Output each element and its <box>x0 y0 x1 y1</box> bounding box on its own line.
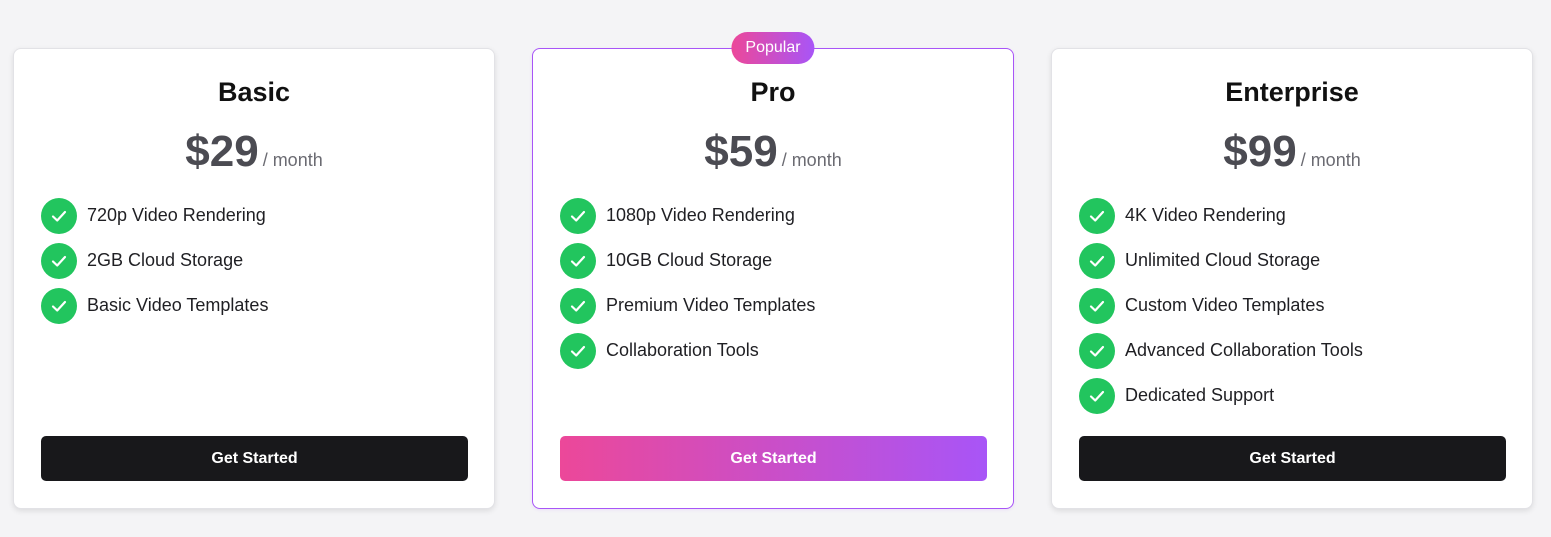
check-icon <box>41 197 77 234</box>
feature-list: 4K Video Rendering Unlimited Cloud Stora… <box>1079 193 1363 418</box>
check-icon <box>1079 287 1115 324</box>
plan-title: Pro <box>750 77 796 107</box>
feature-label: Collaboration Tools <box>606 340 759 360</box>
feature-item: 2GB Cloud Storage <box>41 238 268 283</box>
get-started-button-enterprise[interactable]: Get Started <box>1079 436 1506 481</box>
feature-item: Basic Video Templates <box>41 283 268 328</box>
feature-item: 1080p Video Rendering <box>560 193 815 238</box>
feature-label: Custom Video Templates <box>1125 295 1325 315</box>
feature-item: Collaboration Tools <box>560 328 815 373</box>
feature-label: 1080p Video Rendering <box>606 205 795 225</box>
feature-item: Advanced Collaboration Tools <box>1079 328 1363 373</box>
plan-card-basic: Basic $29/ month 720p Video Rendering 2G… <box>13 48 495 509</box>
feature-list: 1080p Video Rendering 10GB Cloud Storage… <box>560 193 815 373</box>
feature-label: 720p Video Rendering <box>87 205 266 225</box>
check-icon <box>560 242 596 279</box>
feature-item: Custom Video Templates <box>1079 283 1363 328</box>
feature-label: 4K Video Rendering <box>1125 205 1286 225</box>
feature-item: 720p Video Rendering <box>41 193 268 238</box>
feature-label: Advanced Collaboration Tools <box>1125 340 1363 360</box>
check-icon <box>41 242 77 279</box>
popular-badge: Popular <box>731 32 815 64</box>
feature-label: 10GB Cloud Storage <box>606 250 773 270</box>
feature-item: Unlimited Cloud Storage <box>1079 238 1363 283</box>
feature-item: 10GB Cloud Storage <box>560 238 815 283</box>
plan-price: $99/ month <box>1052 127 1532 177</box>
plan-card-pro: Popular Pro $59/ month 1080p Video Rende… <box>532 32 1014 509</box>
feature-item: 4K Video Rendering <box>1079 193 1363 238</box>
get-started-button-basic[interactable]: Get Started <box>41 436 468 481</box>
feature-list: 720p Video Rendering 2GB Cloud Storage B… <box>41 193 268 328</box>
plan-card-enterprise: Enterprise $99/ month 4K Video Rendering… <box>1051 48 1533 509</box>
get-started-button-pro[interactable]: Get Started <box>560 436 987 481</box>
check-icon <box>1079 197 1115 234</box>
price-period: / month <box>781 150 842 170</box>
price-period: / month <box>1300 150 1361 170</box>
plan-title: Basic <box>217 77 291 107</box>
check-icon <box>1079 377 1115 414</box>
pricing-section: Basic $29/ month 720p Video Rendering 2G… <box>0 0 1551 537</box>
feature-label: 2GB Cloud Storage <box>87 250 244 270</box>
check-icon <box>1079 332 1115 369</box>
plan-price: $59/ month <box>533 127 1013 177</box>
price-period: / month <box>262 150 323 170</box>
price-amount: $29 <box>185 127 259 176</box>
feature-label: Basic Video Templates <box>87 295 269 315</box>
plan-price: $29/ month <box>14 127 494 177</box>
check-icon <box>560 332 596 369</box>
check-icon <box>1079 242 1115 279</box>
check-icon <box>41 287 77 324</box>
check-icon <box>560 197 596 234</box>
plan-title: Enterprise <box>1225 77 1359 107</box>
check-icon <box>560 287 596 324</box>
feature-label: Unlimited Cloud Storage <box>1125 250 1321 270</box>
price-amount: $59 <box>704 127 778 176</box>
feature-label: Premium Video Templates <box>606 295 816 315</box>
feature-item: Premium Video Templates <box>560 283 815 328</box>
price-amount: $99 <box>1223 127 1297 176</box>
feature-item: Dedicated Support <box>1079 373 1363 418</box>
feature-label: Dedicated Support <box>1125 385 1275 405</box>
